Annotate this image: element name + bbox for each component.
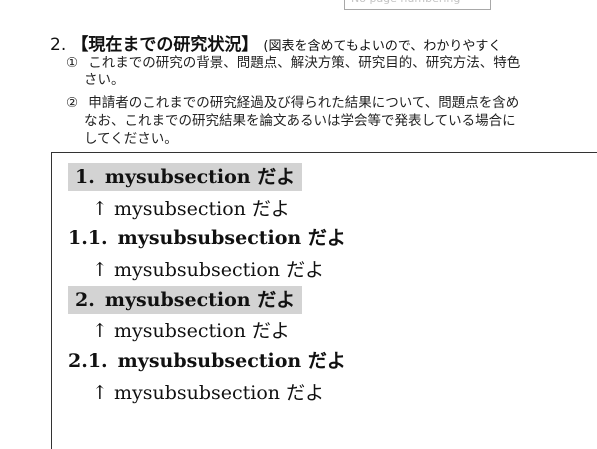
section-heading: 2. 【現在までの研究状況】 (図表を含めてもよいので、わかりやすく bbox=[50, 30, 501, 55]
instruction-marker: ② bbox=[66, 95, 79, 111]
instruction-marker: ① bbox=[66, 55, 79, 71]
subsection-number: 2. bbox=[75, 289, 95, 311]
subsubsection-number: 1.1. bbox=[68, 227, 108, 249]
section-note: (図表を含めてもよいので、わかりやすく bbox=[263, 39, 502, 54]
subsection-number: 1. bbox=[75, 166, 95, 188]
section-number: 2. bbox=[50, 35, 67, 55]
instruction-line: 申請者のこれまでの研究経過及び得られた結果について、問題点を含め bbox=[88, 95, 520, 111]
instruction-line: してください。 bbox=[84, 131, 178, 147]
subsection-title: mysubsection だよ bbox=[104, 289, 296, 311]
instruction-item-2-cont: なお、これまでの研究結果を論文あるいは学会等で発表している場合に bbox=[84, 113, 516, 130]
subsubsection-body: ↑ mysubsubsection だよ bbox=[92, 259, 325, 281]
instruction-line: これまでの研究の背景、問題点、解決方策、研究目的、研究方法、特色 bbox=[88, 55, 521, 71]
instruction-item-2: ② 申請者のこれまでの研究経過及び得られた結果について、問題点を含め bbox=[66, 95, 519, 112]
instruction-item-2-cont2: してください。 bbox=[84, 131, 178, 148]
subsubsection-heading: 2.1. mysubsubsection だよ bbox=[68, 347, 346, 375]
instruction-item-1: ① これまでの研究の背景、問題点、解決方策、研究目的、研究方法、特色 bbox=[66, 55, 520, 72]
subsection-heading: 1. mysubsection だよ bbox=[68, 163, 303, 191]
subsection-heading: 2. mysubsection だよ bbox=[68, 286, 303, 314]
subsubsection-title: mysubsubsection だよ bbox=[117, 350, 346, 372]
subsection-body: ↑ mysubsection だよ bbox=[92, 320, 290, 342]
subsection-title: mysubsection だよ bbox=[104, 166, 296, 188]
instruction-line: なお、これまでの研究結果を論文あるいは学会等で発表している場合に bbox=[84, 113, 516, 129]
instruction-line: さい。 bbox=[84, 72, 125, 88]
subsubsection-number: 2.1. bbox=[68, 350, 108, 372]
instruction-item-1-cont: さい。 bbox=[84, 72, 125, 89]
subsection-body: ↑ mysubsection だよ bbox=[92, 198, 290, 220]
subsubsection-heading: 1.1. mysubsubsection だよ bbox=[68, 224, 346, 252]
top-field-box: No page numbering bbox=[344, 0, 491, 10]
subsubsection-title: mysubsubsection だよ bbox=[117, 227, 346, 249]
section-title: 【現在までの研究状況】 bbox=[71, 35, 259, 55]
subsubsection-body: ↑ mysubsubsection だよ bbox=[92, 382, 325, 404]
